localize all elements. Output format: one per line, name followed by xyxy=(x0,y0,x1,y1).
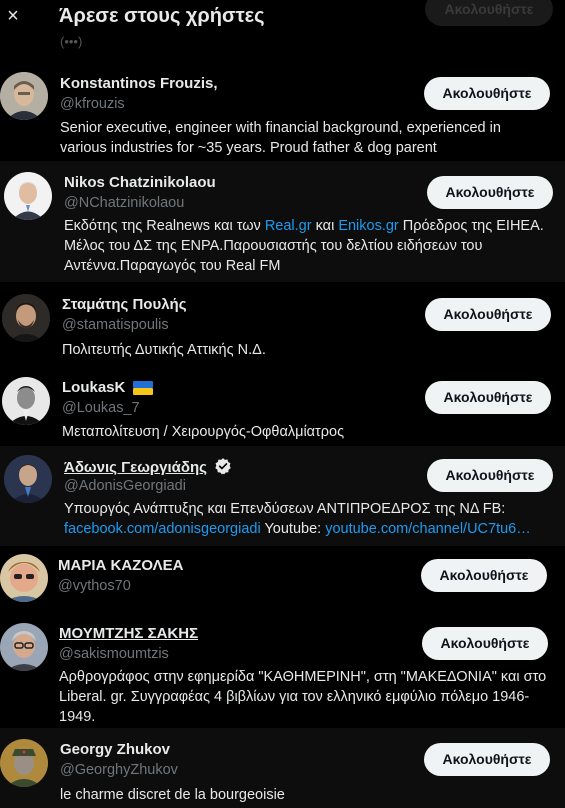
avatar[interactable] xyxy=(0,739,48,787)
close-icon[interactable]: × xyxy=(0,0,26,34)
avatar[interactable] xyxy=(0,72,48,120)
user-name[interactable]: ΜΟΥΜΤΖΗΣ ΣΑΚΗΣ xyxy=(59,625,198,642)
bio-link[interactable]: Enikos.gr xyxy=(338,218,398,234)
follow-button[interactable]: Ακολουθήστε xyxy=(427,459,553,492)
user-name[interactable]: LoukasK xyxy=(62,379,125,396)
user-handle[interactable]: @AdonisGeorgiadi xyxy=(64,478,186,494)
avatar[interactable] xyxy=(4,172,52,220)
list-item[interactable]: Georgy Zhukov @GeorghyZhukov Ακολουθήστε… xyxy=(0,728,565,808)
bio-link[interactable]: facebook.com/adonisgeorgiadi xyxy=(64,521,261,537)
user-handle[interactable]: @vythos70 xyxy=(58,578,131,594)
verified-badge-icon xyxy=(214,457,232,480)
list-item[interactable]: ΜΑΡΙΑ ΚΑΖΟΛΕΑ @vythos70 Ακολουθήστε xyxy=(0,548,565,612)
follow-button[interactable]: Ακολουθήστε xyxy=(422,627,548,660)
user-bio: le charme discret de la bourgeoisie xyxy=(60,787,285,803)
user-handle[interactable]: @kfrouzis xyxy=(60,96,125,112)
avatar[interactable] xyxy=(2,294,50,342)
avatar[interactable] xyxy=(0,623,48,671)
user-handle[interactable]: @sakismoumtzis xyxy=(59,646,169,662)
ukraine-flag-icon xyxy=(132,381,153,400)
follow-button-obscured: Ακολουθήστε xyxy=(425,0,553,26)
user-name[interactable]: Σταμάτης Πουλής xyxy=(62,296,187,313)
user-handle[interactable]: @NChatzinikolaou xyxy=(64,195,184,211)
user-bio: Μεταπολίτευση / Χειρουργός-Οφθαλμίατρος xyxy=(62,424,345,440)
user-bio: Εκδότης της Realnews και των Real.gr και… xyxy=(64,218,544,274)
user-name[interactable]: Georgy Zhukov xyxy=(60,741,170,758)
user-handle[interactable]: @Loukas_7 xyxy=(62,400,140,416)
avatar[interactable] xyxy=(0,554,48,602)
user-name[interactable]: Konstantinos Frouzis, xyxy=(60,75,218,92)
bio-link[interactable]: Real.gr xyxy=(265,218,312,234)
follow-button[interactable]: Ακολουθήστε xyxy=(425,381,551,414)
follow-button[interactable]: Ακολουθήστε xyxy=(424,77,550,110)
follow-button[interactable]: Ακολουθήστε xyxy=(421,559,547,592)
list-item[interactable]: LoukasK @Loukas_7 Ακολουθήστε Μεταπολίτε… xyxy=(0,367,565,445)
user-name[interactable]: Nikos Chatzinikolaou xyxy=(64,174,216,191)
list-item[interactable]: Σταμάτης Πουλής @stamatispoulis Ακολουθή… xyxy=(0,284,565,364)
user-name[interactable]: Άδωνις Γεωργιάδης xyxy=(64,459,207,476)
modal-header: Ακολουθήστε × Άρεσε στους χρήστες xyxy=(0,0,565,50)
user-handle[interactable]: @GeorghyZhukov xyxy=(60,762,178,778)
list-item[interactable]: Nikos Chatzinikolaou @NChatzinikolaou Ακ… xyxy=(0,161,565,282)
follow-button[interactable]: Ακολουθήστε xyxy=(424,743,550,776)
avatar[interactable] xyxy=(4,455,52,503)
user-bio: Αρθρογράφος στην εφημερίδα "ΚΑΘΗΜΕΡΙΝΗ",… xyxy=(59,669,547,725)
list-item[interactable]: Άδωνις Γεωργιάδης @AdonisGeorgiadi Ακολο… xyxy=(0,446,565,546)
user-name[interactable]: ΜΑΡΙΑ ΚΑΖΟΛΕΑ xyxy=(58,557,183,574)
user-bio: Υπουργός Ανάπτυξης και Επενδύσεων ΑΝΤΙΠΡ… xyxy=(64,501,531,537)
list-item[interactable]: Konstantinos Frouzis, @kfrouzis Ακολουθή… xyxy=(0,60,565,158)
partially-hidden-text: (•••) xyxy=(60,34,83,49)
page-title: Άρεσε στους χρήστες xyxy=(59,5,265,27)
user-bio: Πολιτευτής Δυτικής Αττικής Ν.Δ. xyxy=(62,342,266,358)
follow-button[interactable]: Ακολουθήστε xyxy=(425,298,551,331)
avatar[interactable] xyxy=(2,377,50,425)
list-item[interactable]: ΜΟΥΜΤΖΗΣ ΣΑΚΗΣ @sakismoumtzis Ακολουθήστ… xyxy=(0,615,565,725)
follow-button[interactable]: Ακολουθήστε xyxy=(427,176,553,209)
user-bio: Senior executive, engineer with financia… xyxy=(60,120,501,156)
user-handle[interactable]: @stamatispoulis xyxy=(62,317,169,333)
bio-link[interactable]: youtube.com/channel/UC7tu6… xyxy=(325,521,531,537)
